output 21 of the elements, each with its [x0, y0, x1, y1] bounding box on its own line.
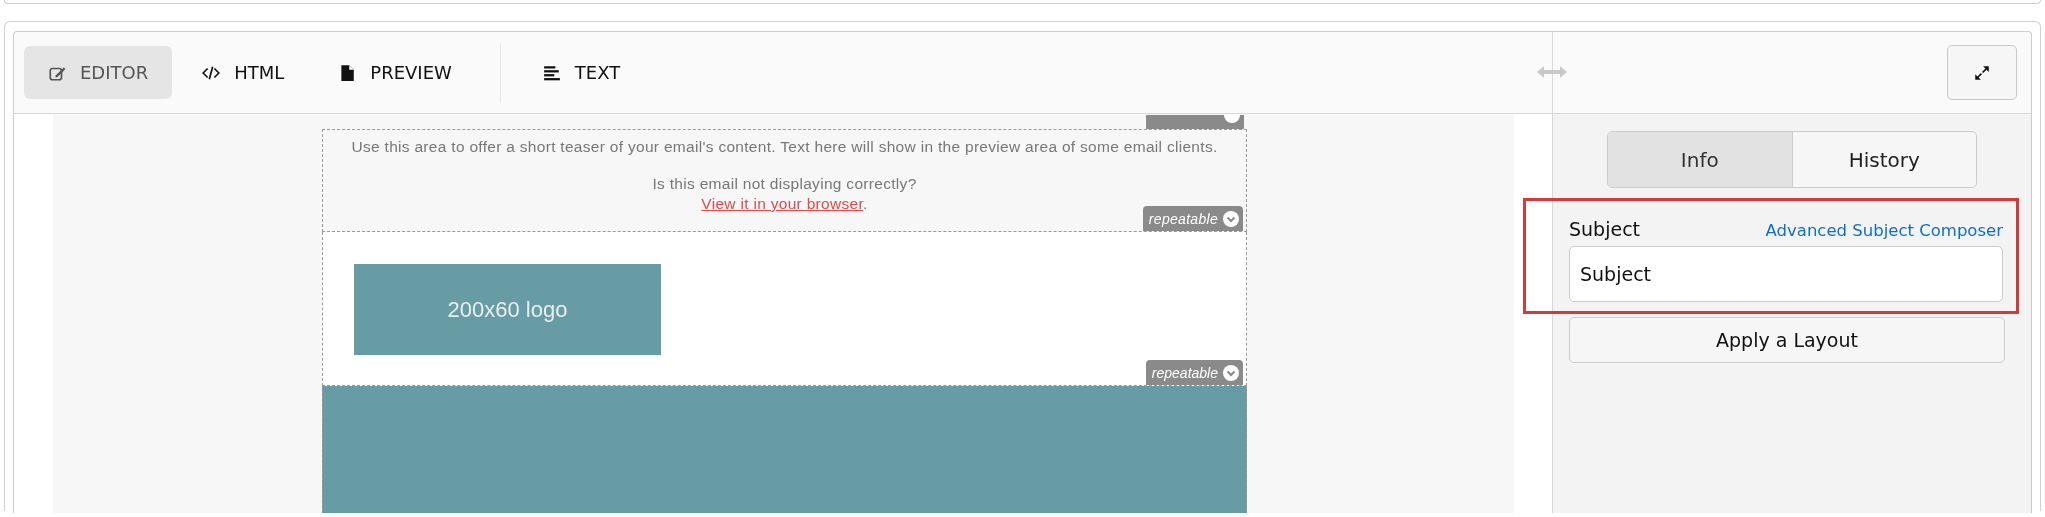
expand-icon	[1973, 63, 1991, 82]
text-lines-icon	[542, 63, 561, 82]
document-icon	[338, 63, 357, 82]
view-in-browser-link[interactable]: View it in your browser	[701, 195, 864, 212]
advanced-subject-link[interactable]: Advanced Subject Composer	[1765, 221, 2003, 240]
panel-tab[interactable]: History	[1792, 132, 1976, 187]
chevron-icon	[1223, 364, 1239, 381]
expand-button[interactable]	[1947, 45, 2017, 100]
editor-tab[interactable]: TEXT	[518, 46, 645, 99]
teaser-text: Use this area to offer a short teaser of your email's content. Text here will show in the preview area of some email clients.	[350, 138, 1219, 156]
editor-tab[interactable]: PREVIEW	[314, 46, 476, 99]
chevron-icon	[1223, 210, 1239, 227]
logo-text: 200x60 logo	[447, 296, 568, 323]
field-label: Subject	[1569, 218, 1641, 240]
apply-layout-button[interactable]: Apply a Layout	[1569, 317, 2005, 363]
editor-tab[interactable]: EDITOR	[24, 46, 173, 99]
browser-notice: Is this email not displaying correctly? View it in your browser.	[651, 174, 918, 214]
editor-tab[interactable]: HTML	[178, 46, 309, 99]
subject-field[interactable]: Subject	[1569, 246, 2003, 302]
panel-tab[interactable]: Info	[1608, 132, 1793, 187]
resize-arrow-icon[interactable]	[1537, 66, 1567, 78]
